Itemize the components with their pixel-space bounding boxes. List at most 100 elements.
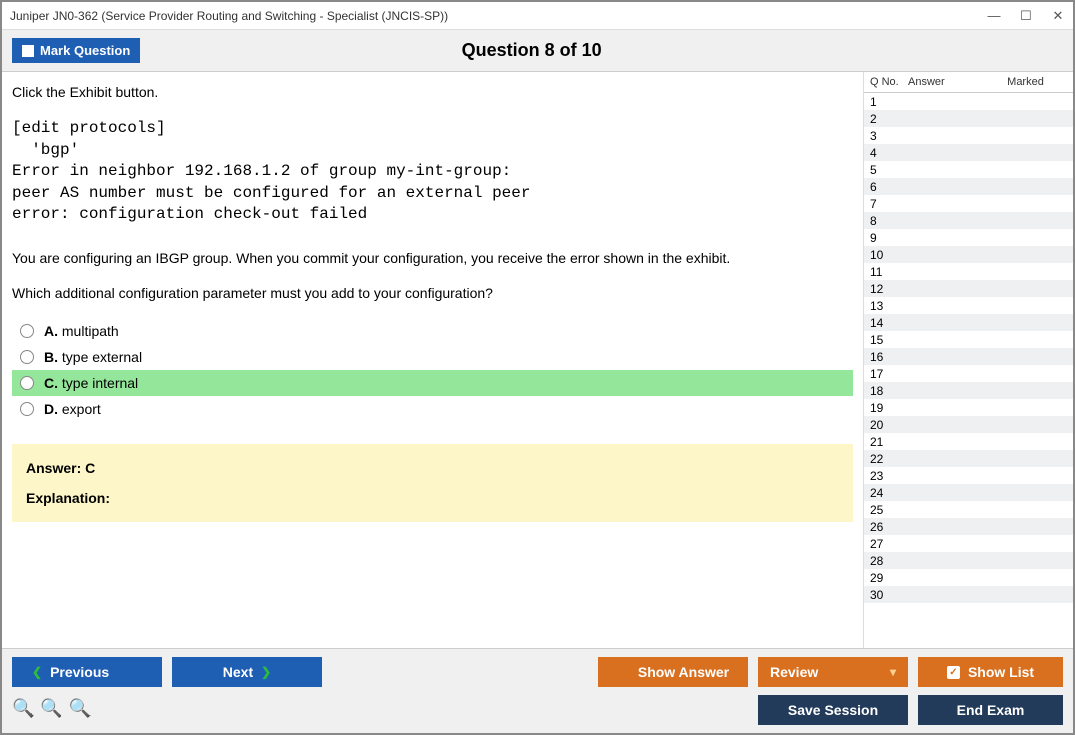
mark-question-button[interactable]: Mark Question xyxy=(12,38,140,63)
row-qno: 7 xyxy=(864,197,908,211)
question-list-row[interactable]: 28 xyxy=(864,552,1073,569)
row-qno: 27 xyxy=(864,537,908,551)
save-session-button[interactable]: Save Session xyxy=(758,695,908,725)
option-letter: A. xyxy=(44,323,58,339)
col-header-marked: Marked xyxy=(978,76,1073,88)
row-qno: 16 xyxy=(864,350,908,364)
question-list-panel: Q No. Answer Marked 12345678910111213141… xyxy=(863,72,1073,648)
row-qno: 20 xyxy=(864,418,908,432)
question-list-row[interactable]: 17 xyxy=(864,365,1073,382)
zoom-reset-icon[interactable]: 🔍 xyxy=(40,698,62,722)
question-list-row[interactable]: 2 xyxy=(864,110,1073,127)
zoom-controls: 🔍+ 🔍 🔍− xyxy=(12,698,91,722)
row-qno: 23 xyxy=(864,469,908,483)
option-row[interactable]: A. multipath xyxy=(12,318,853,344)
row-qno: 5 xyxy=(864,163,908,177)
question-list-row[interactable]: 19 xyxy=(864,399,1073,416)
question-list-row[interactable]: 5 xyxy=(864,161,1073,178)
checkbox-icon xyxy=(22,45,34,57)
window-title: Juniper JN0-362 (Service Provider Routin… xyxy=(10,9,987,23)
question-list-row[interactable]: 22 xyxy=(864,450,1073,467)
header-bar: Mark Question Question 8 of 10 xyxy=(2,30,1073,72)
question-list[interactable]: 1234567891011121314151617181920212223242… xyxy=(864,93,1073,648)
question-list-row[interactable]: 20 xyxy=(864,416,1073,433)
previous-button[interactable]: ❮ Previous xyxy=(12,657,162,687)
window-controls: — ☐ ✕ xyxy=(987,8,1065,24)
row-qno: 19 xyxy=(864,401,908,415)
show-list-button[interactable]: ✓ Show List xyxy=(918,657,1063,687)
question-list-row[interactable]: 1 xyxy=(864,93,1073,110)
explanation-label: Explanation: xyxy=(26,490,839,506)
end-exam-label: End Exam xyxy=(957,702,1025,718)
question-list-row[interactable]: 30 xyxy=(864,586,1073,603)
question-list-row[interactable]: 29 xyxy=(864,569,1073,586)
option-letter: D. xyxy=(44,401,58,417)
question-list-row[interactable]: 7 xyxy=(864,195,1073,212)
option-row[interactable]: D. export xyxy=(12,396,853,422)
question-list-row[interactable]: 10 xyxy=(864,246,1073,263)
row-qno: 6 xyxy=(864,180,908,194)
row-qno: 30 xyxy=(864,588,908,602)
question-list-row[interactable]: 14 xyxy=(864,314,1073,331)
option-text: type internal xyxy=(62,375,138,391)
option-row[interactable]: B. type external xyxy=(12,344,853,370)
row-qno: 13 xyxy=(864,299,908,313)
row-qno: 11 xyxy=(864,265,908,279)
question-list-row[interactable]: 13 xyxy=(864,297,1073,314)
next-button[interactable]: Next ❯ xyxy=(172,657,322,687)
question-list-row[interactable]: 26 xyxy=(864,518,1073,535)
question-counter: Question 8 of 10 xyxy=(140,40,923,61)
show-answer-button[interactable]: Show Answer xyxy=(598,657,748,687)
question-list-row[interactable]: 23 xyxy=(864,467,1073,484)
chevron-left-icon: ❮ xyxy=(32,665,42,679)
question-list-row[interactable]: 6 xyxy=(864,178,1073,195)
row-qno: 12 xyxy=(864,282,908,296)
question-list-row[interactable]: 8 xyxy=(864,212,1073,229)
checkbox-checked-icon: ✓ xyxy=(947,666,960,679)
question-list-row[interactable]: 15 xyxy=(864,331,1073,348)
row-qno: 3 xyxy=(864,129,908,143)
question-list-row[interactable]: 21 xyxy=(864,433,1073,450)
show-list-label: Show List xyxy=(968,664,1034,680)
save-session-label: Save Session xyxy=(788,702,878,718)
question-context: You are configuring an IBGP group. When … xyxy=(12,248,853,269)
question-list-row[interactable]: 18 xyxy=(864,382,1073,399)
question-list-row[interactable]: 25 xyxy=(864,501,1073,518)
col-header-answer: Answer xyxy=(908,76,978,88)
option-letter: B. xyxy=(44,349,58,365)
titlebar: Juniper JN0-362 (Service Provider Routin… xyxy=(2,2,1073,30)
question-list-row[interactable]: 16 xyxy=(864,348,1073,365)
end-exam-button[interactable]: End Exam xyxy=(918,695,1063,725)
review-label: Review xyxy=(770,664,818,680)
close-icon[interactable]: ✕ xyxy=(1051,8,1065,24)
question-list-row[interactable]: 12 xyxy=(864,280,1073,297)
option-row[interactable]: C. type internal xyxy=(12,370,853,396)
question-list-row[interactable]: 27 xyxy=(864,535,1073,552)
option-text: export xyxy=(62,401,101,417)
question-list-header: Q No. Answer Marked xyxy=(864,72,1073,93)
row-qno: 10 xyxy=(864,248,908,262)
chevron-right-icon: ❯ xyxy=(261,665,271,679)
zoom-out-icon[interactable]: 🔍− xyxy=(69,698,91,722)
row-qno: 28 xyxy=(864,554,908,568)
option-letter: C. xyxy=(44,375,58,391)
col-header-qno: Q No. xyxy=(864,76,908,88)
row-qno: 8 xyxy=(864,214,908,228)
question-list-row[interactable]: 3 xyxy=(864,127,1073,144)
question-list-row[interactable]: 11 xyxy=(864,263,1073,280)
review-button[interactable]: Review ▾ xyxy=(758,657,908,687)
maximize-icon[interactable]: ☐ xyxy=(1019,8,1033,24)
question-list-row[interactable]: 24 xyxy=(864,484,1073,501)
chevron-down-icon: ▾ xyxy=(890,665,896,679)
zoom-in-icon[interactable]: 🔍+ xyxy=(12,698,34,722)
mark-question-label: Mark Question xyxy=(40,43,130,58)
footer-row-1: ❮ Previous Next ❯ Show Answer Review ▾ ✓… xyxy=(12,657,1063,687)
minimize-icon[interactable]: — xyxy=(987,8,1001,24)
checkbox-icon xyxy=(617,666,630,679)
answer-label: Answer: C xyxy=(26,460,839,476)
answer-panel: Answer: C Explanation: xyxy=(12,444,853,522)
question-list-row[interactable]: 9 xyxy=(864,229,1073,246)
row-qno: 21 xyxy=(864,435,908,449)
next-label: Next xyxy=(223,664,253,680)
question-list-row[interactable]: 4 xyxy=(864,144,1073,161)
